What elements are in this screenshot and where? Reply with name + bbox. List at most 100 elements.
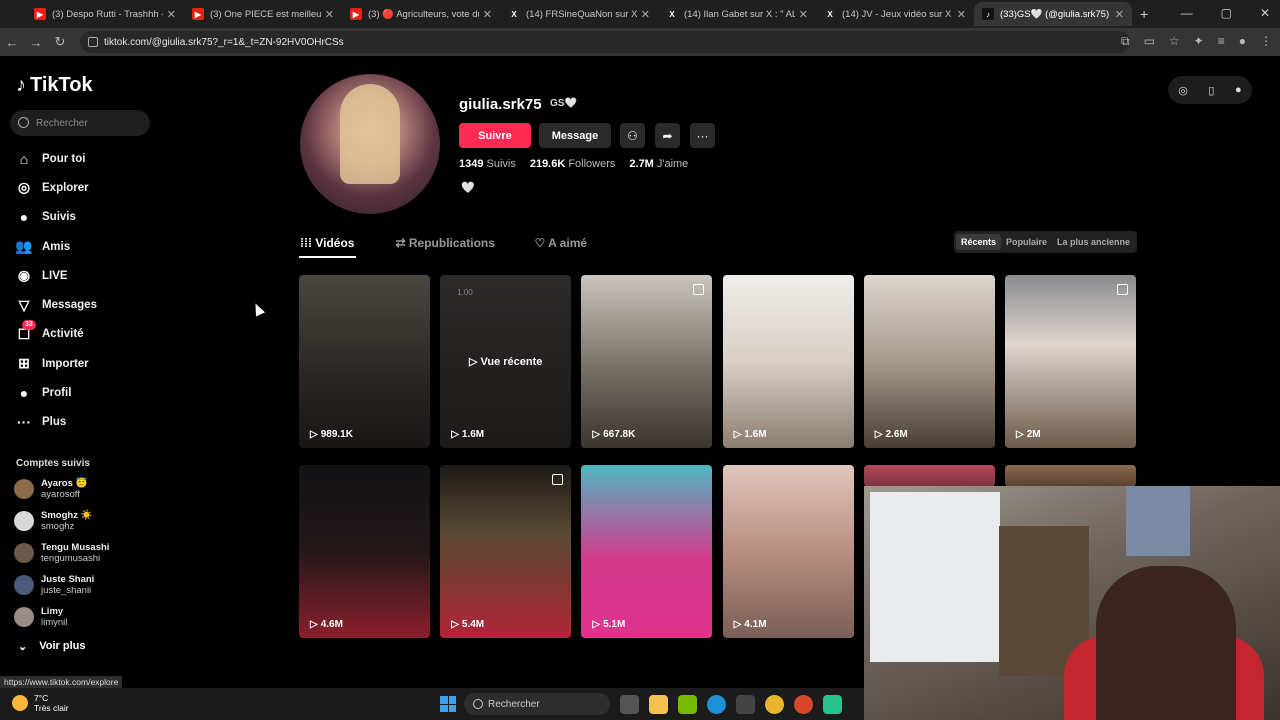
sidebar-nav: ⌂ Pour toi ◎ Explorer ● Suivis 👥 Amis ◉ LIVE ▽ Mess… xyxy=(14,144,97,437)
search-input[interactable]: Rechercher xyxy=(10,110,150,136)
browser-tab[interactable]: ▶ (3) 🔴 Agriculteurs, vote du bu ✕ xyxy=(342,2,500,26)
tab-liked[interactable]: ♡ A aimé xyxy=(533,232,590,258)
windows-start-icon[interactable] xyxy=(440,696,456,712)
sidebar-item[interactable]: ● Profil xyxy=(14,378,97,407)
stat-item[interactable]: 2.7M J'aime xyxy=(629,158,688,170)
edge-icon[interactable] xyxy=(707,695,726,714)
add-friend-icon[interactable]: ⚇ xyxy=(620,123,645,148)
taskbar: 7°C Très clair Rechercher xyxy=(0,688,864,720)
video-thumbnail[interactable]: ▷ 4.1M xyxy=(722,465,854,638)
sidebar-item[interactable]: ▽ Messages xyxy=(14,290,97,319)
menu-icon[interactable]: ⋮ xyxy=(1260,34,1272,49)
maximize-icon[interactable]: ▢ xyxy=(1221,6,1232,20)
tab-favicon-icon: X xyxy=(666,8,678,20)
tab-reposts[interactable]: ⇄ Republications xyxy=(396,232,495,258)
new-tab-icon[interactable]: + xyxy=(1140,6,1148,22)
close-window-icon[interactable]: ✕ xyxy=(1260,6,1270,20)
browser-tab[interactable]: X (14) Ilan Gabet sur X : " ALEI ✕ xyxy=(658,2,816,26)
user-avatar-icon[interactable]: ● xyxy=(1235,84,1242,96)
liked-icon: ♡ xyxy=(534,236,549,250)
sort-oldest[interactable]: La plus ancienne xyxy=(1052,234,1135,250)
followed-account[interactable]: Tengu Musashi tengumusashi xyxy=(14,542,109,564)
message-button[interactable]: Message xyxy=(539,123,611,148)
tiktok-logo[interactable]: ♪ TikTok xyxy=(16,74,93,97)
share-icon[interactable]: ➦ xyxy=(655,123,680,148)
firefox-icon[interactable] xyxy=(794,695,813,714)
reading-list-icon[interactable]: ≡ xyxy=(1218,34,1225,49)
profile-avatar[interactable] xyxy=(300,74,440,214)
followed-name: Tengu Musashi xyxy=(41,542,110,553)
video-thumbnail[interactable] xyxy=(1005,465,1136,487)
sidebar-item[interactable]: ◉ LIVE xyxy=(14,261,97,290)
reload-icon[interactable]: ↻ xyxy=(48,34,72,50)
browser-tab[interactable]: X (14) FRSineQuaNon sur X : "@T ✕ xyxy=(500,2,658,26)
view-count-value: 5.1M xyxy=(603,619,626,630)
forward-icon[interactable]: → xyxy=(24,35,48,50)
stat-item[interactable]: 219.6K Followers xyxy=(530,158,616,170)
weather-widget[interactable]: 7°C Très clair xyxy=(12,693,69,713)
followed-handle: smoghz xyxy=(41,521,75,532)
tab-close-icon[interactable]: ✕ xyxy=(325,8,334,21)
see-more-button[interactable]: ⌄ Voir plus xyxy=(18,640,85,653)
video-thumbnail[interactable]: ▷ 5.4M xyxy=(440,465,572,638)
bookmark-star-icon[interactable]: ☆ xyxy=(1169,34,1180,49)
sidebar-item[interactable]: ⌂ Pour toi xyxy=(14,144,97,173)
logo-text: TikTok xyxy=(30,74,93,96)
video-thumbnail[interactable]: ▷ 1.6M xyxy=(722,275,854,448)
browser-tab[interactable]: ▶ (3) Despo Rutti - Trashhh - YouT ✕ xyxy=(26,2,184,26)
app-icon[interactable] xyxy=(823,695,842,714)
cast-icon[interactable]: ▭ xyxy=(1144,34,1155,49)
translate-icon[interactable]: ⧉ xyxy=(1121,34,1130,49)
tab-close-icon[interactable]: ✕ xyxy=(1115,8,1124,21)
video-thumbnail[interactable] xyxy=(863,465,995,487)
sidebar-item[interactable]: 👥 Amis xyxy=(14,232,97,261)
chrome-icon[interactable] xyxy=(765,695,784,714)
coins-icon[interactable]: ◎ xyxy=(1178,84,1188,97)
sort-popular[interactable]: Populaire xyxy=(1001,234,1052,250)
sidebar-item[interactable]: ⊞ Importer xyxy=(14,349,97,378)
store-icon[interactable] xyxy=(736,695,755,714)
followed-account[interactable]: Juste Shani juste_shanii xyxy=(14,574,94,596)
followed-account[interactable]: Ayaros 😇 ayarosoff xyxy=(14,478,87,500)
browser-tab[interactable]: X (14) JV - Jeux vidéo sur X : "🇫🇷 ✕ xyxy=(816,2,974,26)
device-icon[interactable]: ▯ xyxy=(1208,84,1214,97)
browser-tab[interactable]: ♪ (33)GS🤍 (@giulia.srk75) | ✕ xyxy=(974,2,1132,26)
video-thumbnail[interactable]: ▷ 989.1K xyxy=(299,275,430,448)
video-thumbnail[interactable]: ▷ 2.6M xyxy=(863,275,995,448)
video-thumbnail[interactable]: ▷ 2M xyxy=(1005,275,1136,448)
tab-close-icon[interactable]: ✕ xyxy=(167,8,176,21)
sort-recent[interactable]: Récents xyxy=(956,234,1002,250)
sidebar-item-label: Importer xyxy=(42,357,89,370)
sidebar-item[interactable]: ☐ 33 Activité xyxy=(14,320,97,349)
video-thumbnail[interactable]: ▷ 5.1M xyxy=(581,465,713,638)
followed-account[interactable]: Smoghz ☀️ smoghz xyxy=(14,510,92,532)
tab-videos[interactable]: ⁞⁞⁞ Vidéos xyxy=(299,232,356,258)
tab-close-icon[interactable]: ✕ xyxy=(957,8,966,21)
taskbar-search[interactable]: Rechercher xyxy=(464,693,610,715)
video-thumbnail[interactable]: 1.00 ▷ Vue récente ▷ 1.6M xyxy=(440,275,572,448)
tab-close-icon[interactable]: ✕ xyxy=(799,8,808,21)
browser-tab[interactable]: ▶ (3) One PIECE est meilleur sans ✕ xyxy=(184,2,342,26)
video-thumbnail[interactable]: ▷ 4.6M xyxy=(299,465,430,638)
sidebar-item[interactable]: ● Suivis xyxy=(14,203,97,232)
address-bar[interactable]: tiktok.com/@giulia.srk75?_r=1&_t=ZN-92HV… xyxy=(80,31,1130,53)
follow-button[interactable]: Suivre xyxy=(459,123,531,148)
tab-close-icon[interactable]: ✕ xyxy=(641,8,650,21)
sort-toggle: Récents Populaire La plus ancienne xyxy=(954,231,1138,253)
task-view-icon[interactable] xyxy=(620,695,639,714)
video-thumbnail[interactable]: ▷ 667.8K xyxy=(581,275,713,448)
profile-avatar-icon[interactable]: ● xyxy=(1239,34,1246,49)
nvidia-icon[interactable] xyxy=(678,695,697,714)
sidebar-item[interactable]: ··· Plus xyxy=(14,408,97,437)
tab-close-icon[interactable]: ✕ xyxy=(483,8,492,21)
followed-account[interactable]: Limy limynil xyxy=(14,606,67,628)
sidebar-item[interactable]: ◎ Explorer xyxy=(14,173,97,202)
site-info-icon[interactable] xyxy=(88,37,98,47)
more-options-icon[interactable]: ··· xyxy=(690,123,715,148)
back-icon[interactable]: ← xyxy=(0,35,24,50)
file-explorer-icon[interactable] xyxy=(649,695,668,714)
stat-item[interactable]: 1349 Suivis xyxy=(459,158,516,170)
webcam-overlay xyxy=(864,486,1280,720)
extensions-icon[interactable]: ✦ xyxy=(1194,34,1204,49)
minimize-icon[interactable]: — xyxy=(1181,6,1193,20)
